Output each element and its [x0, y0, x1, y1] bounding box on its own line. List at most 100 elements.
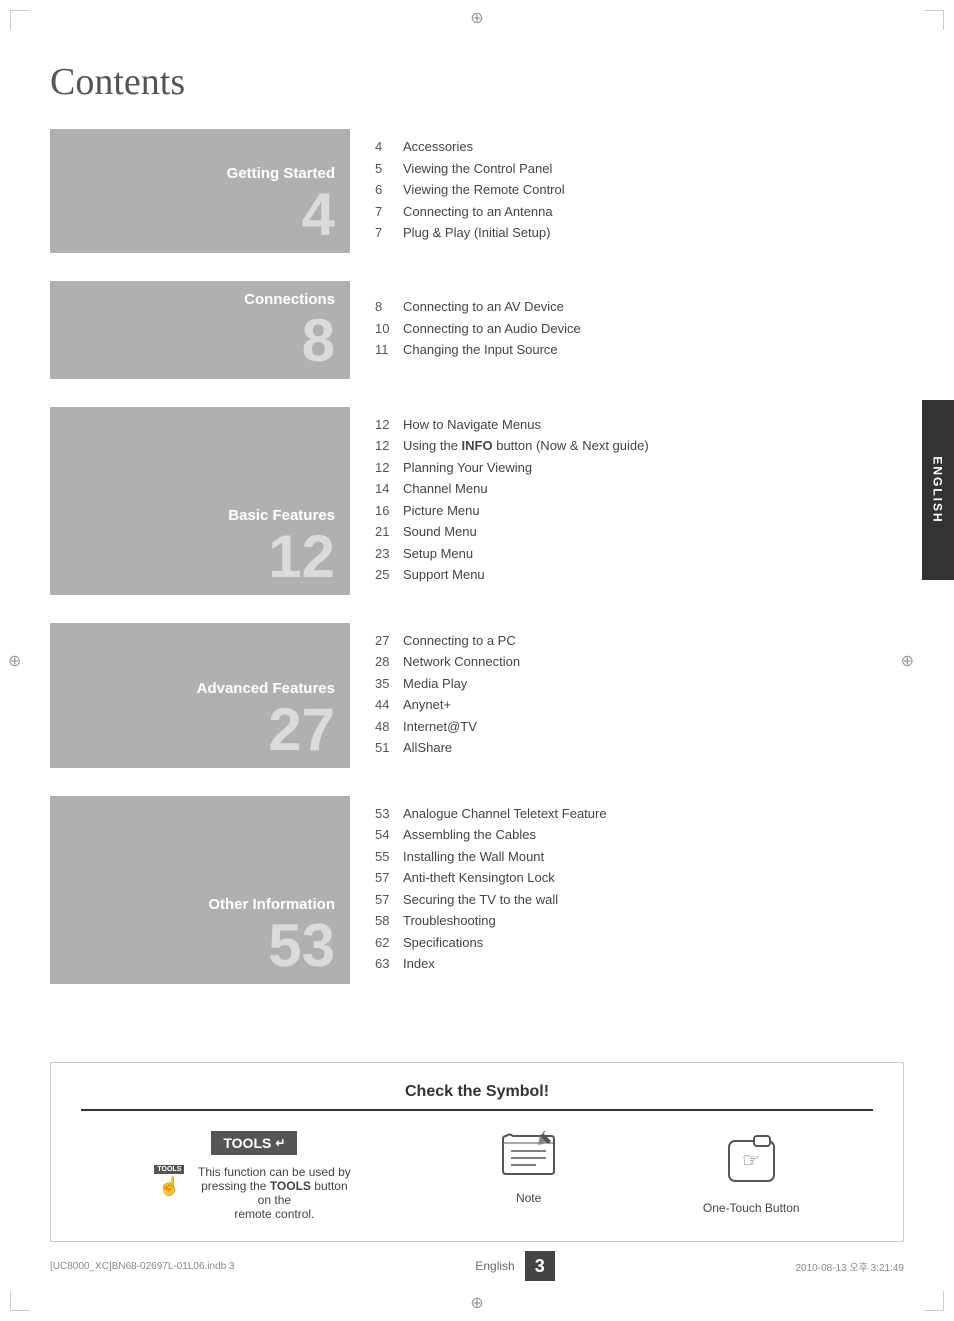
item-page: 51 [375, 738, 403, 758]
section-getting-started: Getting Started44Accessories5Viewing the… [50, 129, 904, 253]
section-items-advanced-features: 27Connecting to a PC28Network Connection… [350, 623, 904, 768]
item-desc: Viewing the Control Panel [403, 159, 894, 179]
section-label-connections: Connections8 [50, 281, 350, 379]
item-page: 7 [375, 202, 403, 222]
symbol-box: Check the Symbol! TOOLS ↵ TOOLS ☝ This f… [50, 1062, 904, 1242]
list-item: 54Assembling the Cables [375, 825, 894, 845]
item-desc: Changing the Input Source [403, 340, 894, 360]
item-desc: How to Navigate Menus [403, 415, 894, 435]
item-page: 54 [375, 825, 403, 845]
list-item: 12Using the INFO button (Now & Next guid… [375, 436, 894, 456]
onetouch-symbol-item: ☞ One-Touch Button [703, 1131, 800, 1215]
tools-description: This function can be used bypressing the… [194, 1165, 354, 1221]
item-page: 21 [375, 522, 403, 542]
footer-timestamp: 2010-08-13 오후 3:21:49 [796, 1259, 904, 1274]
item-page: 48 [375, 717, 403, 737]
list-item: 55Installing the Wall Mount [375, 847, 894, 867]
item-desc: Troubleshooting [403, 911, 894, 931]
section-name-other-information: Other Information [208, 896, 335, 914]
tools-small-icon: TOOLS ☝ [154, 1165, 184, 1200]
item-page: 57 [375, 890, 403, 910]
section-name-getting-started: Getting Started [227, 165, 335, 183]
list-item: 8Connecting to an AV Device [375, 297, 894, 317]
item-page: 12 [375, 436, 403, 456]
section-advanced-features: Advanced Features2727Connecting to a PC2… [50, 623, 904, 768]
section-label-advanced-features: Advanced Features27 [50, 623, 350, 768]
section-number-other-information: 53 [268, 916, 335, 976]
item-desc: Setup Menu [403, 544, 894, 564]
list-item: 53Analogue Channel Teletext Feature [375, 804, 894, 824]
item-desc: Index [403, 954, 894, 974]
list-item: 10Connecting to an Audio Device [375, 319, 894, 339]
item-page: 57 [375, 868, 403, 888]
list-item: 57Securing the TV to the wall [375, 890, 894, 910]
item-desc: Assembling the Cables [403, 825, 894, 845]
item-page: 58 [375, 911, 403, 931]
list-item: 21Sound Menu [375, 522, 894, 542]
english-label: ENGLISH [931, 456, 945, 523]
section-other-information: Other Information5353Analogue Channel Te… [50, 796, 904, 984]
item-page: 23 [375, 544, 403, 564]
item-desc: Viewing the Remote Control [403, 180, 894, 200]
footer-page-number: 3 [525, 1251, 555, 1281]
list-item: 35Media Play [375, 674, 894, 694]
list-item: 23Setup Menu [375, 544, 894, 564]
item-desc: Channel Menu [403, 479, 894, 499]
onetouch-icon: ☞ [724, 1131, 779, 1191]
section-label-other-information: Other Information 53 [50, 796, 350, 984]
english-sidebar: ENGLISH [922, 400, 954, 580]
item-desc: Picture Menu [403, 501, 894, 521]
list-item: 27Connecting to a PC [375, 631, 894, 651]
item-desc: Connecting to a PC [403, 631, 894, 651]
list-item: 4Accessories [375, 137, 894, 157]
list-item: 25Support Menu [375, 565, 894, 585]
item-desc: Specifications [403, 933, 894, 953]
section-number-getting-started: 4 [302, 185, 335, 245]
item-page: 7 [375, 223, 403, 243]
list-item: 62Specifications [375, 933, 894, 953]
list-item: 14Channel Menu [375, 479, 894, 499]
footer-file-info: [UC8000_XC]BN68-02697L-01L06.indb 3 [50, 1261, 235, 1272]
list-item: 6Viewing the Remote Control [375, 180, 894, 200]
list-item: 5Viewing the Control Panel [375, 159, 894, 179]
corner-mark-br [924, 1291, 944, 1311]
tools-label: TOOLS [223, 1135, 271, 1151]
item-desc: Anti-theft Kensington Lock [403, 868, 894, 888]
tools-hand-icon: ☝ [158, 1176, 180, 1197]
list-item: 11Changing the Input Source [375, 340, 894, 360]
list-item: 58Troubleshooting [375, 911, 894, 931]
section-items-getting-started: 4Accessories5Viewing the Control Panel6V… [350, 129, 904, 253]
symbol-box-title: Check the Symbol! [81, 1083, 873, 1111]
item-desc: Accessories [403, 137, 894, 157]
item-page: 8 [375, 297, 403, 317]
section-name-advanced-features: Advanced Features [197, 680, 335, 698]
section-connections: Connections88Connecting to an AV Device1… [50, 281, 904, 379]
tools-icon-symbol: ↵ [275, 1136, 285, 1150]
item-page: 10 [375, 319, 403, 339]
item-page: 5 [375, 159, 403, 179]
item-desc: Connecting to an Audio Device [403, 319, 894, 339]
item-desc: Internet@TV [403, 717, 894, 737]
list-item: 51AllShare [375, 738, 894, 758]
item-page: 16 [375, 501, 403, 521]
item-page: 25 [375, 565, 403, 585]
item-desc: Using the INFO button (Now & Next guide) [403, 436, 894, 456]
list-item: 12How to Navigate Menus [375, 415, 894, 435]
item-page: 27 [375, 631, 403, 651]
page-footer: [UC8000_XC]BN68-02697L-01L06.indb 3 Engl… [0, 1251, 954, 1281]
section-items-other-information: 53Analogue Channel Teletext Feature54Ass… [350, 796, 904, 984]
item-desc: Connecting to an AV Device [403, 297, 894, 317]
list-item: 48Internet@TV [375, 717, 894, 737]
note-label: Note [516, 1191, 541, 1205]
item-page: 28 [375, 652, 403, 672]
item-page: 44 [375, 695, 403, 715]
section-label-getting-started: Getting Started 4 [50, 129, 350, 253]
item-desc: Analogue Channel Teletext Feature [403, 804, 894, 824]
item-desc: Network Connection [403, 652, 894, 672]
item-page: 62 [375, 933, 403, 953]
item-page: 6 [375, 180, 403, 200]
list-item: 12Planning Your Viewing [375, 458, 894, 478]
list-item: 63Index [375, 954, 894, 974]
footer-right: English 3 [475, 1251, 554, 1281]
top-crosshair: ⊕ [467, 8, 487, 28]
